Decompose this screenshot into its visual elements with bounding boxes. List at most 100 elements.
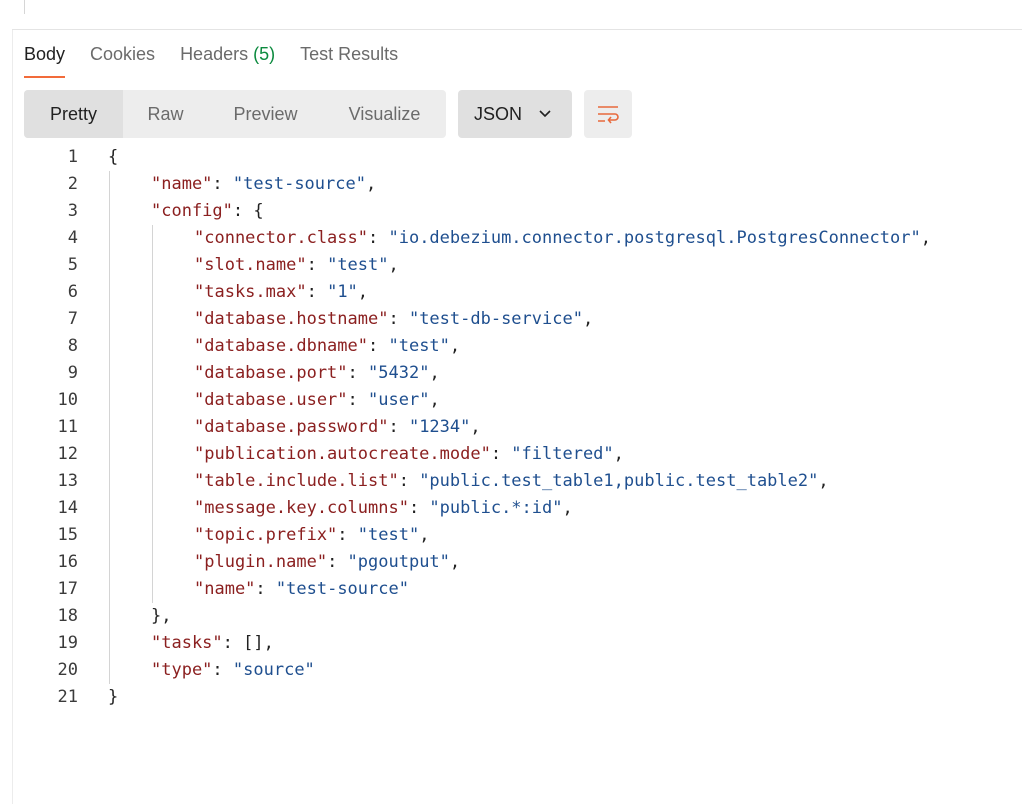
json-punctuation: : xyxy=(347,390,369,410)
language-select[interactable]: JSON xyxy=(458,90,572,138)
code-text: }, xyxy=(108,603,171,630)
json-key: "plugin.name" xyxy=(194,552,328,572)
language-select-value: JSON xyxy=(474,103,523,124)
raw-button[interactable]: Raw xyxy=(123,90,208,138)
tab-cookies[interactable]: Cookies xyxy=(90,40,155,76)
json-string: "source" xyxy=(232,660,315,680)
json-key: "name" xyxy=(151,174,213,194)
pretty-button[interactable]: Pretty xyxy=(24,90,123,138)
json-string: "1234" xyxy=(408,417,471,437)
line-number: 6 xyxy=(67,282,78,302)
code-line: 14 "message.key.columns": "public.*:id", xyxy=(24,495,1014,522)
json-key: "database.port" xyxy=(194,363,348,383)
json-key: "database.dbname" xyxy=(194,336,368,356)
code-text: "topic.prefix": "test", xyxy=(108,522,429,549)
json-string: "test-db-service" xyxy=(408,309,583,329)
code-line: 8 "database.dbname": "test", xyxy=(24,333,1014,360)
code-line: 18}, xyxy=(24,603,1014,630)
json-punctuation: : xyxy=(255,579,276,599)
line-number: 14 xyxy=(57,498,78,518)
response-tabs: Body Cookies Headers (5) Test Results xyxy=(24,40,423,80)
line-number: 17 xyxy=(57,579,78,599)
json-punctuation: , xyxy=(920,228,931,248)
json-string: "pgoutput" xyxy=(347,552,450,572)
wrap-lines-button[interactable] xyxy=(584,90,632,138)
json-key: "type" xyxy=(151,660,213,680)
line-number: 18 xyxy=(57,606,78,626)
tab-body[interactable]: Body xyxy=(24,40,66,78)
json-punctuation: : xyxy=(368,336,389,356)
json-string: "5432" xyxy=(368,363,430,383)
response-body-editor[interactable]: 1{2 "name": "test-source", 3 "config": {4 "c… xyxy=(24,144,1014,714)
json-key: "slot.name" xyxy=(194,255,307,275)
json-punctuation: , xyxy=(419,525,430,545)
code-text: "publication.autocreate.mode": "filtered… xyxy=(108,441,624,468)
code-line: 21} xyxy=(24,684,1014,711)
code-text: "tasks.max": "1", xyxy=(108,279,368,306)
line-number: 10 xyxy=(57,390,78,410)
line-number: 15 xyxy=(57,525,78,545)
json-punctuation: , xyxy=(357,282,369,302)
json-punctuation: : { xyxy=(232,201,264,221)
code-line: 16 "plugin.name": "pgoutput", xyxy=(24,549,1014,576)
tab-test-results[interactable]: Test Results xyxy=(300,40,398,76)
visualize-button[interactable]: Visualize xyxy=(323,90,446,138)
json-punctuation: , xyxy=(365,174,377,194)
left-rail xyxy=(0,0,13,804)
line-number: 12 xyxy=(57,444,78,464)
line-number: 3 xyxy=(67,201,78,221)
json-string: "test-source" xyxy=(232,174,366,194)
line-number: 1 xyxy=(67,147,78,167)
json-key: "publication.autocreate.mode" xyxy=(194,444,491,464)
code-line: 6 "tasks.max": "1", xyxy=(24,279,1014,306)
code-line: 15 "topic.prefix": "test", xyxy=(24,522,1014,549)
headers-count-badge: (5) xyxy=(253,44,276,64)
json-punctuation: , xyxy=(562,498,573,518)
code-text: "config": { xyxy=(108,198,264,225)
json-key: "tasks.max" xyxy=(194,282,307,302)
chevron-down-icon xyxy=(538,106,552,125)
json-string: "filtered" xyxy=(511,444,614,464)
preview-button[interactable]: Preview xyxy=(208,90,323,138)
code-line: 11 "database.password": "1234", xyxy=(24,414,1014,441)
json-punctuation: , xyxy=(449,336,461,356)
json-key: "database.password" xyxy=(194,417,389,437)
json-key: "message.key.columns" xyxy=(194,498,409,518)
json-key: "database.user" xyxy=(194,390,348,410)
code-line: 20 "type": "source" xyxy=(24,657,1014,684)
json-punctuation: , xyxy=(582,309,594,329)
json-string: "io.debezium.connector.postgresql.Postgr… xyxy=(388,228,921,248)
json-punctuation: : xyxy=(212,660,233,680)
code-text: "database.dbname": "test", xyxy=(108,333,460,360)
code-line: 4 "connector.class": "io.debezium.connect… xyxy=(24,225,1014,252)
code-text: "connector.class": "io.debezium.connecto… xyxy=(108,225,931,252)
code-text: "table.include.list": "public.test_table… xyxy=(108,468,829,495)
line-number: 5 xyxy=(67,255,78,275)
line-number: 9 xyxy=(67,363,78,383)
json-string: "test" xyxy=(357,525,420,545)
code-line: 17 "name": "test-source" xyxy=(24,576,1014,603)
json-punctuation: : xyxy=(306,282,328,302)
code-text: "type": "source" xyxy=(108,657,315,684)
json-punctuation: : [], xyxy=(222,633,274,653)
json-key: "topic.prefix" xyxy=(194,525,338,545)
line-number: 13 xyxy=(57,471,78,491)
json-key: "connector.class" xyxy=(194,228,368,248)
json-punctuation: { xyxy=(108,147,119,167)
json-punctuation: , xyxy=(429,363,440,383)
code-text: { xyxy=(108,144,118,171)
code-text: "database.port": "5432", xyxy=(108,360,440,387)
line-number: 21 xyxy=(57,687,78,707)
json-string: "public.*:id" xyxy=(429,498,563,518)
json-punctuation: : xyxy=(347,363,369,383)
json-string: "public.test_table1,public.test_table2" xyxy=(419,471,819,491)
tab-headers[interactable]: Headers (5) xyxy=(180,40,275,76)
line-number: 7 xyxy=(67,309,78,329)
json-punctuation: , xyxy=(818,471,829,491)
json-punctuation: , xyxy=(470,417,481,437)
json-string: "user" xyxy=(368,390,430,410)
code-line: 12 "publication.autocreate.mode": "filter… xyxy=(24,441,1014,468)
json-punctuation: : xyxy=(398,471,420,491)
json-punctuation: : xyxy=(490,444,512,464)
json-key: "config" xyxy=(151,201,233,221)
